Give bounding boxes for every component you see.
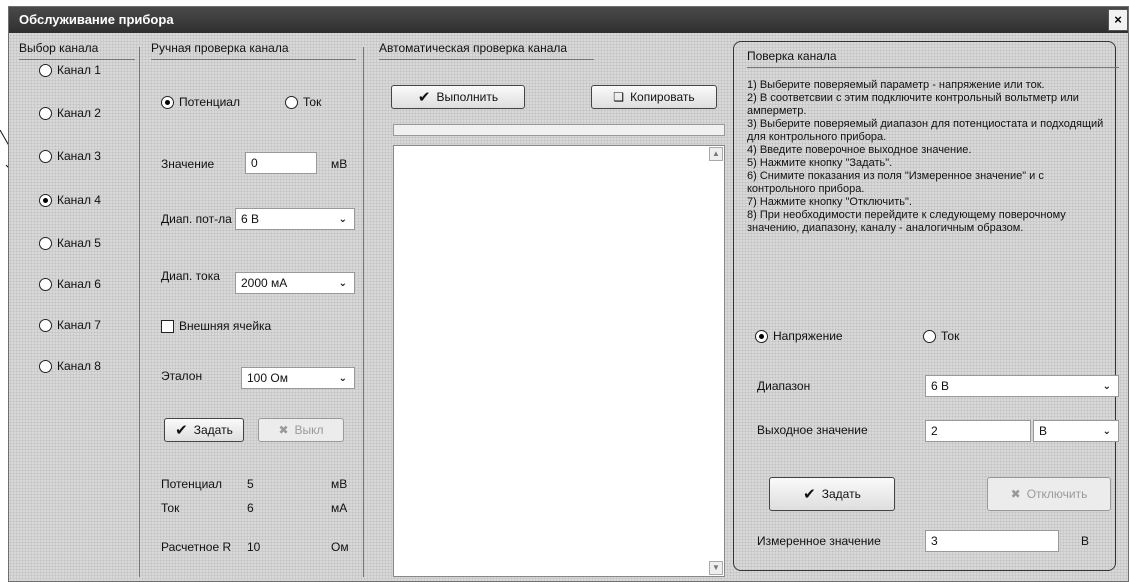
close-button[interactable]: × [1108, 9, 1128, 31]
run-button[interactable]: ✔ Выполнить [391, 85, 525, 109]
channel-radio-8[interactable]: Канал 8 [39, 359, 101, 373]
value-unit: мВ [331, 157, 348, 171]
etalon-label: Эталон [161, 369, 203, 383]
current-unit: мА [331, 501, 348, 515]
channel-radio-4[interactable]: Канал 4 [39, 193, 101, 207]
output-value-input[interactable]: 2 [925, 420, 1031, 442]
calc-r-value: 10 [247, 540, 261, 554]
channel-radio-label: Канал 6 [57, 277, 101, 291]
verify-title: Поверка канала [747, 49, 837, 63]
value-input[interactable]: 0 [245, 152, 317, 174]
instruction-line: 1) Выберите поверяемый параметр - напряж… [747, 79, 1045, 91]
channel-radio-2[interactable]: Канал 2 [39, 106, 101, 120]
current-label: Ток [161, 501, 180, 515]
chevron-down-icon: ⌄ [338, 277, 347, 289]
scroll-up-icon[interactable]: ▲ [709, 147, 723, 161]
device-service-window: Обслуживание прибора × Выбор канала Кана… [8, 6, 1129, 582]
auto-check-title: Автоматическая проверка канала [379, 41, 568, 55]
verify-instructions: 1) Выберите поверяемый параметр - напряж… [747, 79, 1109, 235]
instruction-line: 2) В соответсвии с этим подключите контр… [747, 92, 1079, 117]
cur-range-select[interactable]: 2000 мА ⌄ [235, 272, 355, 294]
channel-radio-label: Канал 3 [57, 149, 101, 163]
instruction-line: 8) При необходимости перейдите к следующ… [747, 209, 1066, 234]
auto-log-area[interactable]: ▲ ▼ [393, 145, 725, 577]
channel-radio-6[interactable]: Канал 6 [39, 277, 101, 291]
chevron-down-icon: ⌄ [338, 372, 347, 384]
verify-mode-voltage-radio[interactable]: Напряжение [755, 329, 843, 343]
auto-title-divider [379, 59, 594, 60]
window-title: Обслуживание прибора [19, 12, 174, 27]
potential-unit: мВ [331, 477, 348, 491]
manual-set-button[interactable]: ✔ Задать [164, 418, 244, 442]
instruction-line: 5) Нажмите кнопку "Задать". [747, 157, 893, 169]
channel-select-title: Выбор канала [19, 41, 99, 55]
channel-title-divider [19, 59, 135, 60]
channel-radio-label: Канал 2 [57, 106, 101, 120]
manual-title-divider [151, 59, 356, 60]
measured-unit: В [1081, 534, 1090, 548]
chevron-down-icon: ⌄ [1102, 425, 1111, 437]
instruction-line: 6) Снимите показания из поля "Измеренное… [747, 170, 1044, 195]
copy-icon: ❏ [613, 90, 625, 104]
measured-value-label: Измеренное значение [757, 534, 881, 548]
channel-radio-1[interactable]: Канал 1 [39, 63, 101, 77]
verify-range-select[interactable]: 6 В ⌄ [925, 375, 1119, 397]
checkmark-icon: ✔ [175, 422, 188, 439]
column-divider-2 [363, 47, 364, 577]
chevron-down-icon: ⌄ [1102, 380, 1111, 392]
channel-radio-label: Канал 5 [57, 236, 101, 250]
channel-radio-label: Канал 7 [57, 318, 101, 332]
etalon-select[interactable]: 100 Ом ⌄ [241, 367, 355, 389]
current-value: 6 [247, 501, 254, 515]
verify-range-label: Диапазон [757, 379, 811, 393]
manual-check-title: Ручная проверка канала [151, 41, 289, 55]
value-label: Значение [161, 157, 215, 171]
output-value-label: Выходное значение [757, 423, 868, 437]
cur-range-label: Диап. тока [161, 269, 220, 283]
instruction-line: 4) Введите поверочное выходное значение. [747, 144, 972, 156]
instruction-line: 7) Нажмите кнопку "Отключить". [747, 196, 912, 208]
auto-progress-bar [393, 124, 725, 136]
potential-label: Потенциал [161, 477, 222, 491]
channel-radio-label: Канал 4 [57, 193, 101, 207]
channel-radio-label: Канал 8 [57, 359, 101, 373]
cross-icon: ✖ [278, 423, 289, 437]
output-unit-select[interactable]: В ⌄ [1033, 420, 1119, 442]
calc-r-label: Расчетное R [161, 540, 232, 554]
cross-icon: ✖ [1010, 487, 1021, 501]
channel-radio-label: Канал 1 [57, 63, 101, 77]
channel-radio-7[interactable]: Канал 7 [39, 318, 101, 332]
calc-r-unit: Ом [331, 540, 349, 554]
chevron-down-icon: ⌄ [338, 213, 347, 225]
pot-range-select[interactable]: 6 В ⌄ [235, 208, 355, 230]
column-divider-1 [139, 47, 140, 577]
manual-mode-potential-radio[interactable]: Потенциал [161, 95, 240, 109]
verify-set-button[interactable]: ✔ Задать [769, 477, 895, 511]
external-cell-checkbox[interactable]: Внешняя ячейка [161, 319, 271, 333]
instruction-line: 3) Выберите поверяемый диапазон для поте… [747, 118, 1104, 143]
window-titlebar: Обслуживание прибора × [9, 7, 1128, 33]
channel-radio-3[interactable]: Канал 3 [39, 149, 101, 163]
manual-off-button[interactable]: ✖ Выкл [258, 418, 344, 442]
channel-radio-5[interactable]: Канал 5 [39, 236, 101, 250]
checkmark-icon: ✔ [417, 89, 431, 106]
checkmark-icon: ✔ [803, 486, 816, 503]
potential-value: 5 [247, 477, 254, 491]
manual-mode-current-radio[interactable]: Ток [285, 95, 321, 109]
pot-range-label: Диап. пот-ла [161, 212, 232, 226]
verify-title-divider [747, 67, 1119, 68]
measured-value-field: 3 [925, 530, 1059, 552]
copy-button[interactable]: ❏ Копировать [591, 85, 717, 109]
scroll-down-icon[interactable]: ▼ [709, 561, 723, 575]
verify-mode-current-radio[interactable]: Ток [923, 329, 959, 343]
verify-off-button[interactable]: ✖ Отключить [987, 477, 1111, 511]
